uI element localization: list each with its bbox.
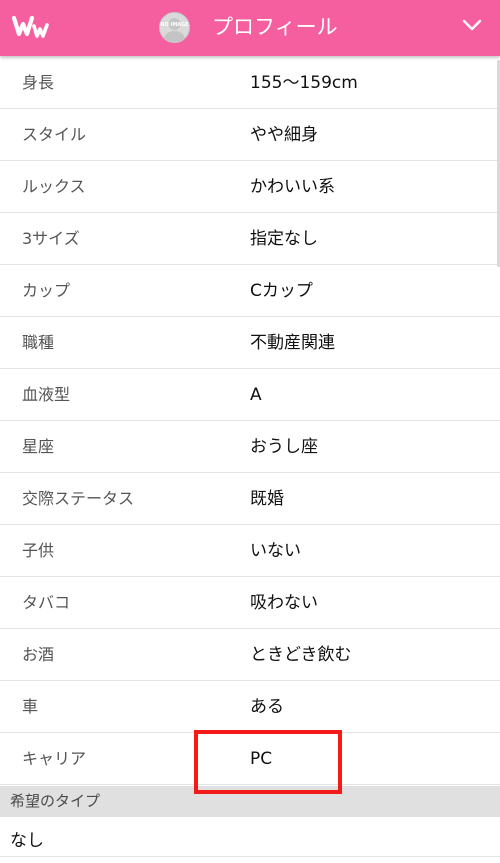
profile-row-occupation: 職種 不動産関連 — [0, 317, 500, 369]
profile-row-three-sizes: 3サイズ 指定なし — [0, 213, 500, 265]
profile-row-children: 子供 いない — [0, 525, 500, 577]
profile-row-label: 交際ステータス — [22, 489, 135, 508]
profile-row-label: キャリア — [22, 749, 87, 768]
profile-row-relationship-status: 交際ステータス 既婚 — [0, 473, 500, 525]
profile-row-label: 3サイズ — [22, 229, 80, 248]
profile-row-value: いない — [250, 541, 301, 561]
chevron-down-icon[interactable] — [461, 17, 483, 33]
profile-table: 身長 155〜159cm スタイル やや細身 ルックス かわいい系 3サイズ 指… — [0, 56, 500, 785]
avatar-label: NO IMAGE — [160, 22, 189, 28]
profile-row-label: お酒 — [22, 645, 55, 664]
profile-row-value: ある — [250, 697, 284, 717]
app-header: NO IMAGE プロフィール — [0, 0, 500, 56]
profile-row-value: 155〜159cm — [250, 73, 358, 93]
section-title: 希望のタイプ — [10, 792, 101, 810]
profile-row-value: 吸わない — [250, 593, 318, 613]
profile-row-value: おうし座 — [250, 437, 318, 457]
divider — [0, 856, 500, 857]
profile-row-height: 身長 155〜159cm — [0, 56, 500, 109]
profile-row-label: ルックス — [22, 177, 86, 196]
avatar: NO IMAGE — [159, 12, 190, 43]
page-title: プロフィール — [212, 15, 338, 39]
profile-row-tobacco: タバコ 吸わない — [0, 577, 500, 629]
profile-row-value: A — [250, 385, 262, 405]
profile-row-cup: カップ Cカップ — [0, 265, 500, 317]
profile-row-style: スタイル やや細身 — [0, 109, 500, 161]
profile-row-value: 指定なし — [250, 229, 318, 249]
profile-row-value: かわいい系 — [250, 177, 335, 197]
profile-row-alcohol: お酒 ときどき飲む — [0, 629, 500, 681]
profile-row-label: 車 — [22, 697, 39, 716]
ww-logo[interactable] — [12, 14, 54, 40]
profile-row-label: タバコ — [22, 593, 71, 612]
profile-row-value: Cカップ — [250, 281, 313, 301]
profile-row-value: 既婚 — [250, 489, 284, 509]
profile-row-label: 血液型 — [22, 385, 71, 404]
profile-row-looks: ルックス かわいい系 — [0, 161, 500, 213]
profile-row-car: 車 ある — [0, 681, 500, 733]
profile-row-blood-type: 血液型 A — [0, 369, 500, 421]
profile-row-value: 不動産関連 — [250, 333, 335, 353]
profile-row-label: スタイル — [22, 125, 87, 144]
profile-row-label: カップ — [22, 281, 71, 300]
profile-row-label: 職種 — [22, 333, 55, 352]
preferred-type-value: なし — [10, 831, 44, 851]
profile-row-label: 子供 — [22, 541, 55, 560]
profile-row-label: 身長 — [22, 73, 55, 92]
profile-row-label: 星座 — [22, 437, 55, 456]
profile-row-zodiac: 星座 おうし座 — [0, 421, 500, 473]
highlight-annotation-box — [194, 730, 342, 794]
profile-row-value: やや細身 — [250, 125, 318, 145]
profile-row-value: ときどき飲む — [250, 645, 352, 665]
